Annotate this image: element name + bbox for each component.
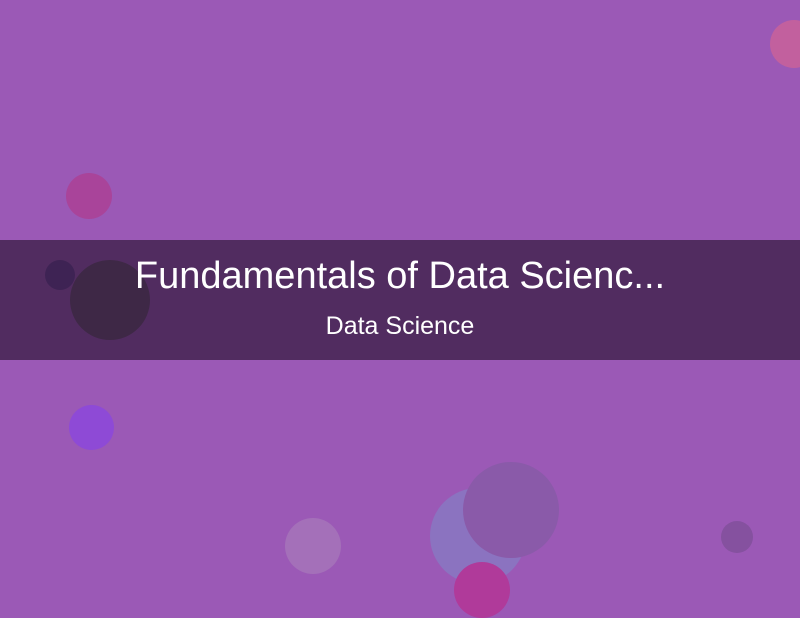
decorative-circle bbox=[770, 20, 800, 68]
decorative-circle bbox=[721, 521, 753, 553]
decorative-circle bbox=[463, 462, 559, 558]
decorative-circle bbox=[285, 518, 341, 574]
course-title: Fundamentals of Data Scienc... bbox=[134, 255, 666, 297]
decorative-circle bbox=[66, 173, 112, 219]
decorative-circle bbox=[454, 562, 510, 618]
decorative-circle bbox=[69, 405, 114, 450]
course-category: Data Science bbox=[325, 312, 475, 340]
